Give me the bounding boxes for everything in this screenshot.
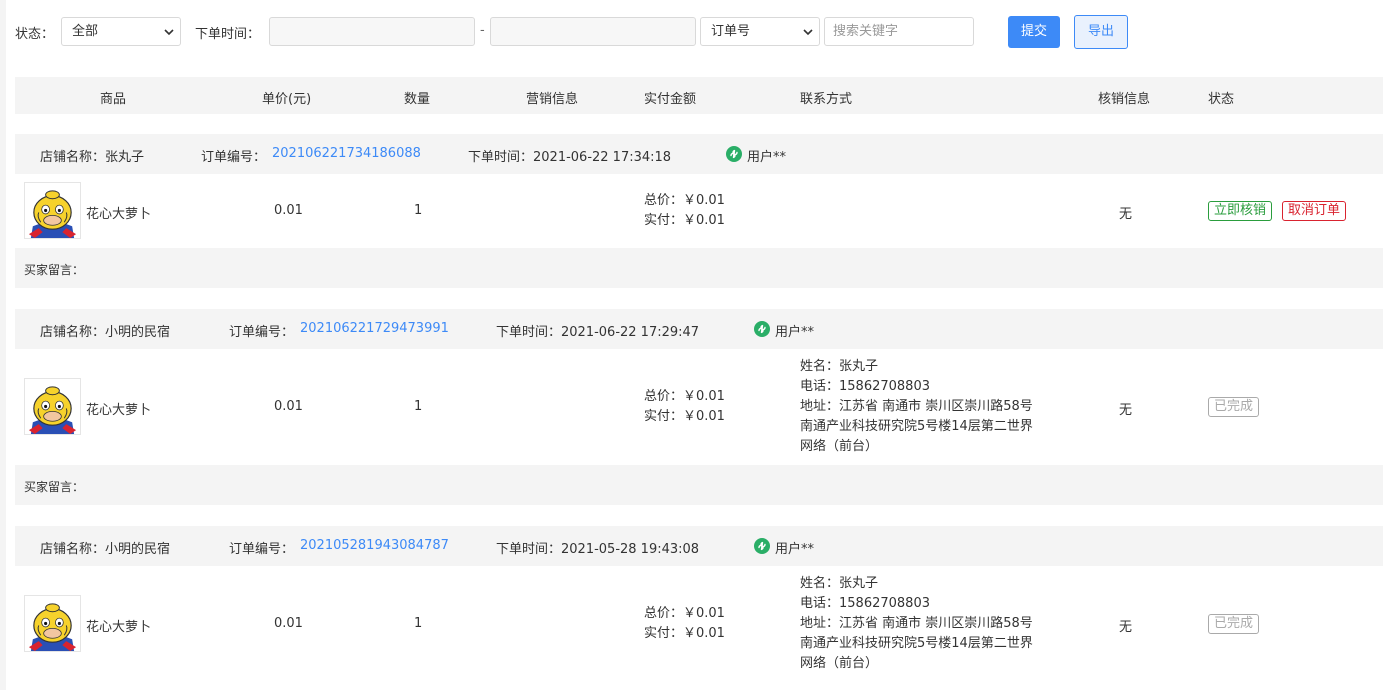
shop-name: 店铺名称：张丸子 (40, 150, 145, 165)
status-label: 状态： (15, 27, 55, 42)
status-badge: 已完成 (1208, 397, 1260, 417)
table-header: 商品 单价(元) 数量 营销信息 实付金额 联系方式 核销信息 状态 (15, 77, 1383, 114)
buyer-message-row: 买家留言： (15, 465, 1383, 505)
verify-info: 无 (1119, 403, 1133, 418)
order-no-link[interactable]: 202106221729473991 (300, 321, 449, 336)
amounts: 总价：￥0.01 实付：￥0.01 (644, 387, 725, 427)
total-price: 总价：￥0.01 (644, 389, 725, 404)
buyer-message-label: 买家留言： (24, 263, 85, 277)
export-button[interactable]: 导出 (1074, 15, 1128, 49)
quantity: 1 (414, 203, 423, 218)
start-date-input[interactable] (269, 17, 475, 46)
col-contact: 联系方式 (800, 92, 853, 107)
amounts: 总价：￥0.01 实付：￥0.01 (644, 604, 725, 644)
order-item-row: 花心大萝卜 0.01 1 总价：￥0.01 实付：￥0.01 姓名：张丸子 电话… (15, 349, 1383, 465)
contact-address: 地址：江苏省 南通市 崇川区崇川路58号南通产业科技研究院5号楼14层第二世界网… (800, 616, 1033, 671)
quantity: 1 (414, 399, 423, 414)
total-price: 总价：￥0.01 (644, 193, 725, 208)
verify-now-button[interactable]: 立即核销 (1208, 201, 1273, 221)
order-no-label: 订单编号： (229, 542, 295, 557)
date-separator: - (480, 23, 485, 38)
col-product: 商品 (100, 92, 127, 107)
search-placeholder: 搜索关键字 (833, 24, 899, 39)
unit-price: 0.01 (274, 399, 303, 414)
order-no-label: 订单编号： (229, 325, 295, 340)
col-status: 状态 (1208, 92, 1235, 107)
quantity: 1 (414, 616, 423, 631)
amounts: 总价：￥0.01 实付：￥0.01 (644, 191, 725, 231)
product-name: 花心大萝卜 (86, 403, 152, 418)
contact-address: 地址：江苏省 南通市 崇川区崇川路58号南通产业科技研究院5号楼14层第二世界网… (800, 399, 1033, 454)
search-field-select[interactable]: 订单号 (700, 17, 820, 46)
left-edge (0, 0, 6, 690)
contact-info: 姓名：张丸子 电话：15862708803 地址：江苏省 南通市 崇川区崇川路5… (800, 574, 1040, 674)
contact-info: 姓名：张丸子 电话：15862708803 地址：江苏省 南通市 崇川区崇川路5… (800, 357, 1040, 457)
buyer-message-label: 买家留言： (24, 480, 85, 494)
filter-bar: 状态： 全部 下单时间： - 订单号 搜索关键字 提交 导出 (15, 15, 1375, 49)
product-name: 花心大萝卜 (86, 207, 152, 222)
wechat-mini-program-icon (726, 146, 742, 162)
order-header: 店铺名称：小明的民宿 订单编号： 202106221729473991 下单时间… (15, 309, 1383, 349)
col-marketing: 营销信息 (526, 92, 579, 107)
total-price: 总价：￥0.01 (644, 606, 725, 621)
contact-phone: 电话：15862708803 (800, 596, 930, 611)
order-item-row: 花心大萝卜 0.01 1 总价：￥0.01 实付：￥0.01 姓名：张丸子 电话… (15, 566, 1383, 682)
product-image (24, 378, 81, 435)
product-name: 花心大萝卜 (86, 620, 152, 635)
order-time-label: 下单时间： (195, 27, 261, 42)
search-input[interactable]: 搜索关键字 (824, 17, 974, 46)
wechat-mini-program-icon (754, 321, 770, 337)
paid-amount: 实付：￥0.01 (644, 213, 725, 228)
buyer-user: 用户** (775, 325, 815, 340)
product-image (24, 182, 81, 239)
order-time: 下单时间：2021-05-28 19:43:08 (496, 542, 700, 557)
search-field-value: 订单号 (711, 24, 751, 39)
verify-info: 无 (1119, 207, 1133, 222)
wechat-mini-program-icon (754, 538, 770, 554)
status-select[interactable]: 全部 (61, 17, 181, 46)
order-header: 店铺名称：小明的民宿 订单编号： 202105281943084787 下单时间… (15, 526, 1383, 566)
verify-info: 无 (1119, 620, 1133, 635)
product-image (24, 595, 81, 652)
contact-phone: 电话：15862708803 (800, 379, 930, 394)
unit-price: 0.01 (274, 203, 303, 218)
order-no-link[interactable]: 202106221734186088 (272, 146, 421, 161)
status-badge: 已完成 (1208, 614, 1260, 634)
end-date-input[interactable] (490, 17, 696, 46)
order-header: 店铺名称：张丸子 订单编号： 202106221734186088 下单时间：2… (15, 134, 1383, 174)
col-verify-info: 核销信息 (1098, 92, 1151, 107)
buyer-message-row: 买家留言： (15, 248, 1383, 288)
submit-button[interactable]: 提交 (1008, 16, 1060, 48)
contact-name: 姓名：张丸子 (800, 359, 879, 374)
paid-amount: 实付：￥0.01 (644, 409, 725, 424)
shop-name: 店铺名称：小明的民宿 (40, 542, 171, 557)
cancel-order-button[interactable]: 取消订单 (1282, 201, 1347, 221)
buyer-user: 用户** (775, 542, 815, 557)
paid-amount: 实付：￥0.01 (644, 626, 725, 641)
shop-name: 店铺名称：小明的民宿 (40, 325, 171, 340)
chevron-down-icon (803, 29, 813, 36)
order-time: 下单时间：2021-06-22 17:34:18 (468, 150, 672, 165)
order-item-row: 花心大萝卜 0.01 1 总价：￥0.01 实付：￥0.01 无 立即核销 取消… (15, 174, 1383, 248)
col-unit-price: 单价(元) (262, 92, 312, 107)
order-time: 下单时间：2021-06-22 17:29:47 (496, 325, 700, 340)
col-quantity: 数量 (404, 92, 431, 107)
order-no-label: 订单编号： (201, 150, 267, 165)
status-select-value: 全部 (72, 24, 99, 39)
buyer-user: 用户** (747, 150, 787, 165)
contact-name: 姓名：张丸子 (800, 576, 879, 591)
order-no-link[interactable]: 202105281943084787 (300, 538, 449, 553)
chevron-down-icon (164, 29, 174, 36)
col-paid-amount: 实付金额 (644, 92, 697, 107)
unit-price: 0.01 (274, 616, 303, 631)
